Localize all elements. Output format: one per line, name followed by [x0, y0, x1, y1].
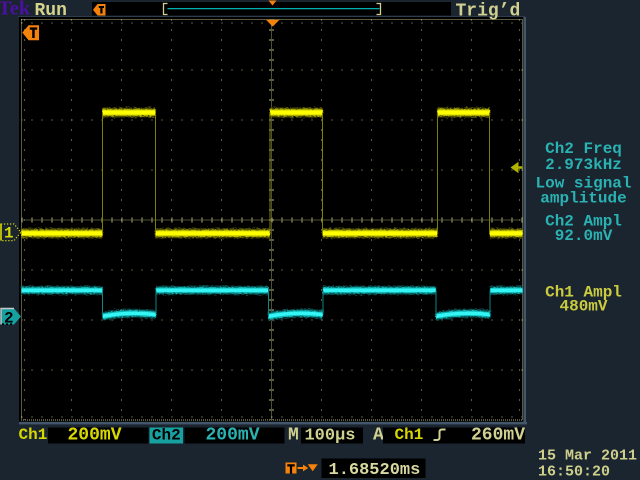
svg-text:480mV: 480mV [559, 298, 607, 316]
svg-text:1: 1 [4, 225, 14, 243]
svg-text:1.68520ms: 1.68520ms [329, 461, 421, 480]
svg-text:Ch1: Ch1 [395, 426, 424, 444]
svg-text:2: 2 [4, 309, 14, 327]
svg-text:Ch1: Ch1 [19, 426, 48, 444]
svg-text:Trig’d: Trig’d [456, 2, 521, 22]
svg-text:200mV: 200mV [67, 425, 121, 445]
svg-text:200mV: 200mV [205, 425, 259, 445]
svg-text:A: A [373, 425, 384, 445]
svg-text:Tek: Tek [0, 0, 31, 20]
svg-text:amplitude: amplitude [540, 189, 626, 207]
svg-text:2.973kHz: 2.973kHz [545, 156, 622, 174]
svg-text:16:50:20: 16:50:20 [538, 464, 610, 480]
svg-text:92.0mV: 92.0mV [555, 227, 613, 245]
svg-text:M: M [288, 425, 299, 445]
svg-text:Ch2: Ch2 [152, 426, 181, 444]
svg-text:Run: Run [35, 1, 67, 21]
svg-text:100µs: 100µs [304, 426, 355, 445]
svg-text:260mV: 260mV [471, 425, 525, 445]
svg-text:15 Mar 2011: 15 Mar 2011 [538, 448, 637, 465]
